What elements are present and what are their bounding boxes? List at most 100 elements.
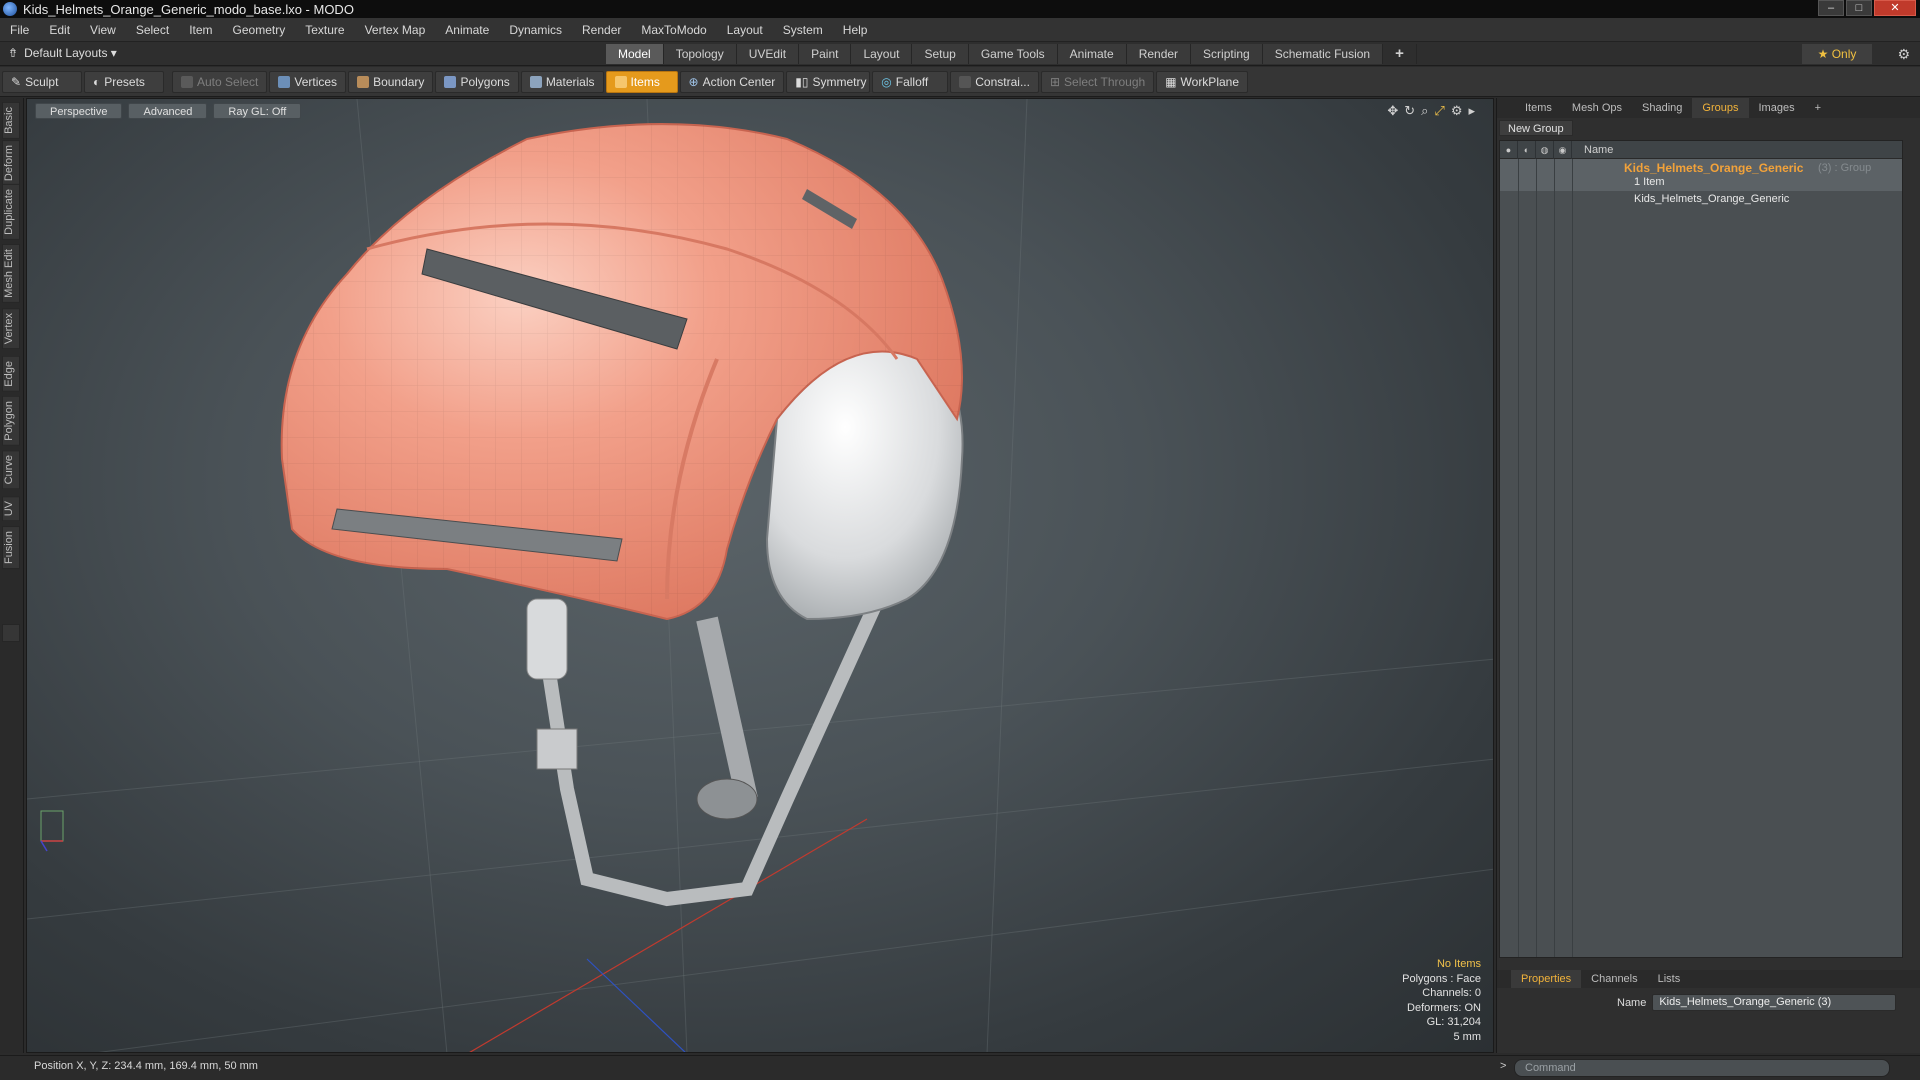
visibility-column-icon[interactable]: ● [1500,140,1518,159]
name-field[interactable]: Kids_Helmets_Orange_Generic (3) [1652,994,1897,1011]
menu-geometry[interactable]: Geometry [223,23,296,37]
auto-select-button[interactable]: Auto Select [172,70,268,93]
pan-icon[interactable]: ✥ [1387,103,1398,119]
menu-texture[interactable]: Texture [295,23,354,37]
tab-setup[interactable]: Setup [912,44,969,64]
properties-tabs: Properties Channels Lists [1497,970,1920,988]
sculpt-label: Sculpt [25,74,59,89]
menu-help[interactable]: Help [833,23,878,37]
minimize-button[interactable]: – [1818,0,1844,16]
viewport-info: No Items Polygons : Face Channels: 0 Def… [1402,957,1481,1044]
vtab-vertex[interactable]: Vertex [2,308,20,350]
presets-button[interactable]: ◐ Presets [84,70,164,93]
axis-gizmo [40,810,64,852]
vtab-basic[interactable]: Basic [2,102,20,139]
3d-viewport[interactable]: Perspective Advanced Ray GL: Off ✥ ↻ ⌕ ⤢… [26,98,1494,1053]
tab-properties[interactable]: Properties [1511,970,1582,988]
gear-icon[interactable]: ⚙ [1897,46,1910,63]
add-tab-icon[interactable]: + [1383,44,1417,64]
tab-topology[interactable]: Topology [663,44,737,64]
action-center-button[interactable]: ⊕ Action Center [679,70,785,93]
only-toggle[interactable]: ★ Only [1802,44,1872,64]
constraints-button[interactable]: Constrai... [950,70,1039,93]
symmetry-button[interactable]: ▮▯ Symmetry [786,70,871,93]
menu-edit[interactable]: Edit [39,23,80,37]
group-name: Kids_Helmets_Orange_Generic [1624,161,1804,175]
maximize-button[interactable]: □ [1846,0,1872,16]
command-input[interactable]: Command [1514,1059,1890,1077]
select-column-icon[interactable]: ◉ [1554,140,1572,159]
shading-advanced-button[interactable]: Advanced [128,103,208,119]
menu-select[interactable]: Select [126,23,179,37]
workplane-label: WorkPlane [1180,74,1240,89]
menu-vertex-map[interactable]: Vertex Map [355,23,436,37]
rotate-icon[interactable]: ↻ [1404,103,1415,119]
menu-animate[interactable]: Animate [435,23,499,37]
render-column-icon[interactable]: ◐ [1518,140,1536,159]
group-row[interactable]: Kids_Helmets_Orange_Generic (3) : Group … [1500,159,1902,191]
modo-app-icon [3,2,17,16]
menu-item[interactable]: Item [179,23,222,37]
tab-mesh-ops[interactable]: Mesh Ops [1562,98,1632,118]
boundary-button[interactable]: Boundary [348,70,434,93]
items-button[interactable]: Items [605,70,678,93]
select-through-button[interactable]: ⊞ Select Through [1040,70,1155,93]
palette-toggle-icon[interactable] [2,624,20,642]
tab-lists[interactable]: Lists [1648,970,1691,988]
viewport-settings-icon[interactable]: ⚙ [1451,103,1463,119]
tab-animate[interactable]: Animate [1057,44,1127,64]
group-item-row[interactable]: Kids_Helmets_Orange_Generic [1500,191,1902,209]
tab-images[interactable]: Images [1749,98,1805,118]
add-panel-tab-icon[interactable]: + [1805,98,1831,118]
tab-scripting[interactable]: Scripting [1191,44,1263,64]
layouts-dropdown[interactable]: ⇮ Default Layouts ▾ [8,46,117,60]
tab-model[interactable]: Model [606,44,664,64]
close-button[interactable]: ✕ [1874,0,1916,16]
status-bar: Position X, Y, Z: 234.4 mm, 169.4 mm, 50… [0,1055,1496,1080]
panel-tabs: Items Mesh Ops Shading Groups Images + [1497,98,1920,118]
vtab-curve[interactable]: Curve [2,450,20,490]
polygons-button[interactable]: Polygons [435,70,519,93]
menu-dynamics[interactable]: Dynamics [499,23,572,37]
vtab-uv[interactable]: UV [2,496,20,522]
tab-shading[interactable]: Shading [1632,98,1692,118]
menu-system[interactable]: System [773,23,833,37]
vtab-deform[interactable]: Deform [2,140,20,187]
vtab-duplicate[interactable]: Duplicate [2,184,20,240]
vertices-button[interactable]: Vertices [269,70,347,93]
tab-channels[interactable]: Channels [1581,970,1647,988]
tab-paint[interactable]: Paint [799,44,852,64]
menu-file[interactable]: File [0,23,39,37]
menu-view[interactable]: View [80,23,126,37]
new-group-button[interactable]: New Group [1499,120,1573,136]
tab-render[interactable]: Render [1126,44,1192,64]
raygl-button[interactable]: Ray GL: Off [213,103,302,119]
view-perspective-button[interactable]: Perspective [35,103,123,119]
falloff-button[interactable]: ◎ Falloff [872,70,949,93]
tab-items[interactable]: Items [1515,98,1562,118]
fit-icon[interactable]: ⤢ [1434,103,1444,119]
tab-layout[interactable]: Layout [851,44,913,64]
vtab-mesh-edit[interactable]: Mesh Edit [2,244,20,303]
materials-button[interactable]: Materials [520,70,604,93]
command-prompt-icon: > [1500,1060,1507,1072]
vtab-edge[interactable]: Edge [2,356,20,392]
expand-arrow-icon[interactable]: ▸ [1468,103,1475,119]
tab-game-tools[interactable]: Game Tools [968,44,1058,64]
command-bar: > Command [1496,1055,1920,1080]
falloff-icon: ◎ [881,74,892,89]
vtab-fusion[interactable]: Fusion [2,526,20,570]
vtab-polygon[interactable]: Polygon [2,396,20,446]
menu-maxtomodo[interactable]: MaxToModo [631,23,716,37]
presets-icon: ◐ [93,74,101,89]
tab-uvedit[interactable]: UVEdit [736,44,800,64]
group-list: ● ◐ ◍ ◉ Name Kids_Helmets_Orange_Generic… [1499,140,1903,958]
lock-column-icon[interactable]: ◍ [1536,140,1554,159]
sculpt-button[interactable]: ✎ Sculpt [2,70,82,93]
menu-render[interactable]: Render [572,23,631,37]
tab-schematic-fusion[interactable]: Schematic Fusion [1262,44,1384,64]
zoom-icon[interactable]: ⌕ [1421,103,1428,119]
workplane-button[interactable]: ▦ WorkPlane [1156,70,1249,93]
tab-groups[interactable]: Groups [1692,98,1749,118]
menu-layout[interactable]: Layout [717,23,773,37]
